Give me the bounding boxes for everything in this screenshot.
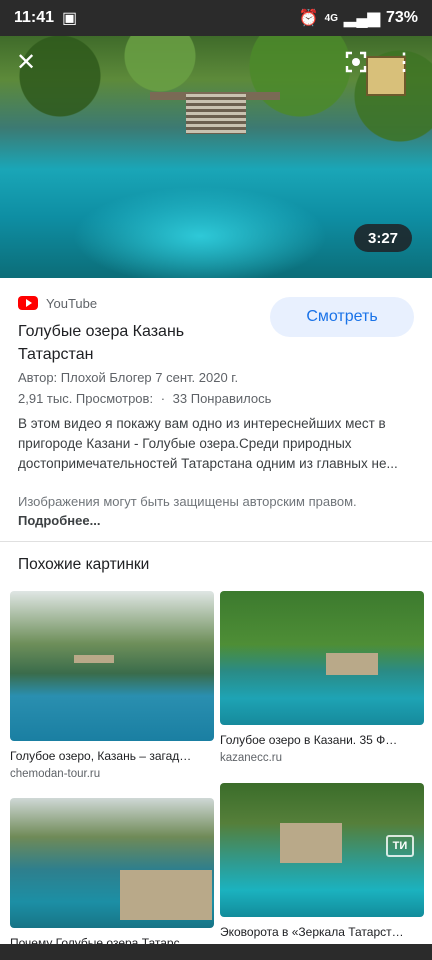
related-item[interactable]: Голубое озеро, Казань – загад… chemodan-… xyxy=(10,591,214,780)
network-label: 4G xyxy=(324,12,339,24)
status-bar: 11:41 ▣ ⏰ 4G ▂▄▆ 73% xyxy=(0,0,432,36)
video-title[interactable]: Голубые озера Казань Татарстан xyxy=(18,320,258,366)
related-item[interactable]: ТИ Эковорота в «Зеркала Татарст… xyxy=(220,783,424,939)
navigation-bar xyxy=(0,944,432,960)
related-caption: Эковорота в «Зеркала Татарст… xyxy=(220,925,404,939)
related-caption: Голубое озеро в Казани. 35 Ф… xyxy=(220,733,398,747)
copyright-text: Изображения могут быть защищены авторски… xyxy=(18,494,357,509)
section-divider xyxy=(0,541,432,542)
video-author: Автор: Плохой Блогер 7 сент. 2020 г. xyxy=(18,370,239,385)
source-name: YouTube xyxy=(46,295,98,311)
alarm-icon: ⏰ xyxy=(298,10,319,27)
likes-count: 33 Понравилось xyxy=(172,391,272,406)
pier-image xyxy=(326,653,378,675)
related-item[interactable]: Голубое озеро в Казани. 35 Ф… kazanecc.r… xyxy=(220,591,424,764)
related-domain: kazanecc.ru xyxy=(220,752,283,764)
more-info-link[interactable]: Подробнее... xyxy=(18,513,100,528)
more-options-button[interactable]: ⋮ xyxy=(386,44,422,80)
video-duration: 3:27 xyxy=(354,224,412,252)
related-item[interactable]: Почему Голубые озера Татарс… xyxy=(10,798,214,950)
lens-button[interactable] xyxy=(338,44,374,80)
copyright-notice: Изображения могут быть защищены авторски… xyxy=(18,492,414,530)
video-stats: 2,91 тыс. Просмотров: · 33 Понравилось xyxy=(18,389,418,408)
related-thumbnail[interactable] xyxy=(220,591,424,725)
close-button[interactable]: ✕ xyxy=(8,44,44,80)
pier-image xyxy=(280,823,342,863)
pier-image xyxy=(120,870,212,920)
lens-icon xyxy=(345,51,367,73)
more-vert-icon: ⋮ xyxy=(392,48,416,76)
gallery-icon: ▣ xyxy=(62,10,78,27)
stairs-image xyxy=(186,94,246,134)
channel-badge: ТИ xyxy=(386,835,414,857)
pier-image xyxy=(74,655,114,663)
watch-button[interactable]: Смотреть xyxy=(270,297,414,337)
close-icon: ✕ xyxy=(15,48,37,76)
video-description: В этом видео я покажу вам одно из интере… xyxy=(18,416,398,471)
battery-level: 73% xyxy=(385,9,418,26)
related-section-title: Похожие картинки xyxy=(18,556,150,573)
status-time: 11:41 xyxy=(14,9,55,26)
signal-icon: ▂▄▆ xyxy=(344,10,380,27)
youtube-icon xyxy=(18,296,38,310)
video-info: YouTube Голубые озера Казань Татарстан С… xyxy=(18,290,418,530)
related-thumbnail[interactable] xyxy=(10,591,214,741)
related-thumbnail[interactable]: ТИ xyxy=(220,783,424,917)
stats-separator: · xyxy=(160,391,166,406)
views-count: 2,91 тыс. Просмотров: xyxy=(18,391,154,406)
related-thumbnail[interactable] xyxy=(10,798,214,928)
related-domain: chemodan-tour.ru xyxy=(10,768,101,780)
related-caption: Голубое озеро, Казань – загад… xyxy=(10,749,192,763)
